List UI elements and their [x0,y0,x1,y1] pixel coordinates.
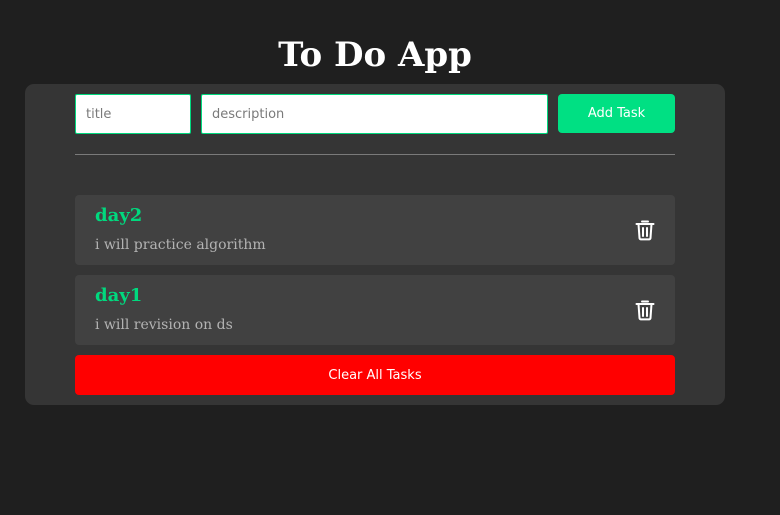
task-description: i will revision on ds [95,317,233,333]
trash-icon [635,220,655,241]
task-item: day2 i will practice algorithm [75,195,675,265]
task-form: Add Task [75,94,675,134]
task-description: i will practice algorithm [95,237,266,253]
clear-all-tasks-button[interactable]: Clear All Tasks [75,355,675,395]
page-title: To Do App [278,35,472,75]
add-task-button[interactable]: Add Task [558,94,675,133]
delete-task-button[interactable] [633,298,657,322]
title-input[interactable] [75,94,191,134]
task-title: day2 [95,205,143,226]
task-list: day2 i will practice algorithm day1 i wi… [75,195,675,355]
trash-icon [635,300,655,321]
delete-task-button[interactable] [633,218,657,242]
todo-panel: Add Task day2 i will practice algorithm … [25,84,725,405]
task-title: day1 [95,285,143,306]
divider [75,154,675,155]
description-input[interactable] [201,94,548,134]
task-item: day1 i will revision on ds [75,275,675,345]
